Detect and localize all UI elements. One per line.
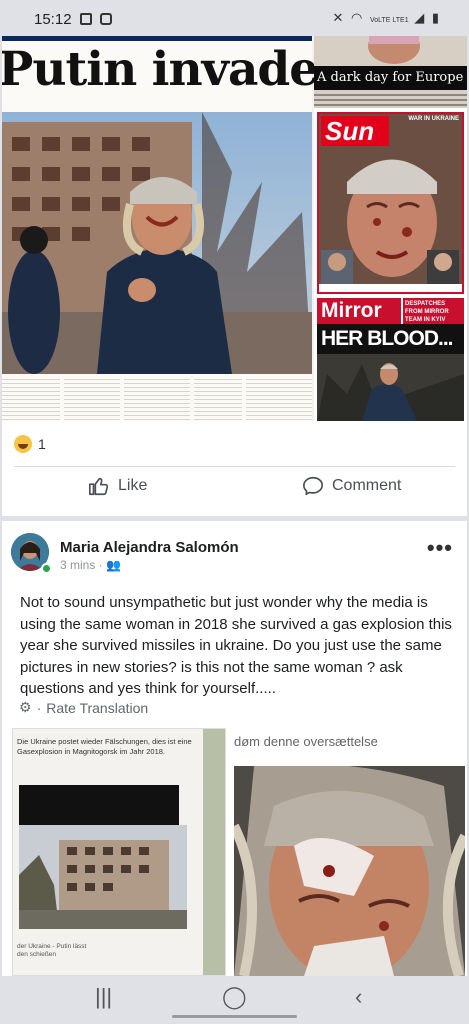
- comment-meta: 3 mins · 👥: [60, 558, 121, 572]
- column-gap: [242, 376, 246, 421]
- tabloid-front-pages: A dark day for Europe Sun WAR IN UKRAINE…: [314, 36, 467, 421]
- screenshot-text: Die Ukraine postet wieder Fälschungen, d…: [17, 737, 192, 756]
- building-photo: [19, 825, 187, 929]
- mirror-front-page: Mirror DESPATCHES FROM MIRROR TEAM IN KY…: [317, 298, 464, 421]
- comment-time: 3 mins ·: [60, 558, 107, 572]
- gear-icon: ⚙: [19, 699, 32, 715]
- translation-caption: døm denne oversættelse: [234, 734, 378, 749]
- app-notification-icon: [100, 13, 112, 25]
- reaction-count: 1: [38, 436, 46, 452]
- masthead-bar: [2, 36, 312, 41]
- mirror-headline: HER BLOOD...: [317, 324, 464, 354]
- translate-separator: ·: [36, 699, 42, 716]
- status-right-icons: ✕ ◠ VoLTE LTE1 ◢ ▮: [332, 10, 441, 26]
- network-label: VoLTE LTE1: [369, 17, 409, 24]
- reaction-summary[interactable]: 1: [14, 433, 46, 455]
- side-strip: [203, 729, 225, 975]
- more-options-icon[interactable]: •••: [427, 535, 453, 561]
- friends-icon: 👥: [106, 558, 121, 572]
- recent-apps-button[interactable]: |||: [95, 984, 112, 1010]
- comment-card: Maria Alejandra Salomón 3 mins · 👥 ••• N…: [2, 521, 467, 976]
- comment-button[interactable]: Comment: [302, 473, 401, 499]
- mirror-logo: Mirror: [317, 298, 401, 324]
- home-button[interactable]: ◯: [222, 984, 247, 1010]
- back-button[interactable]: ‹: [355, 984, 362, 1010]
- injured-woman-photo: [234, 766, 465, 976]
- guardian-front-page: Putin invade: [2, 36, 319, 421]
- comparison-screenshot-image[interactable]: Die Ukraine postet wieder Fälschungen, d…: [12, 728, 226, 976]
- like-button[interactable]: Like: [88, 473, 147, 499]
- gesture-bar: [172, 1015, 297, 1018]
- newspaper-collage-image[interactable]: Putin invade A dark day for Europe Sun W…: [2, 36, 467, 421]
- wifi-icon: ◠: [350, 10, 365, 25]
- redacted-block: [19, 785, 179, 825]
- guardian-headline: Putin invade: [2, 42, 319, 97]
- comment-text: Not to sound unsympathetic but just wond…: [20, 594, 452, 697]
- shared-post-card: Putin invade A dark day for Europe Sun W…: [2, 36, 467, 516]
- telegraph-front-page: A dark day for Europe: [314, 36, 467, 108]
- thumbs-up-icon: [89, 477, 109, 496]
- online-status-dot: [41, 563, 52, 574]
- signal-icon: ◢: [414, 10, 427, 25]
- column-gap: [190, 376, 194, 421]
- like-label: Like: [118, 477, 148, 494]
- image-notification-icon: [80, 13, 92, 25]
- mute-icon: ✕: [332, 10, 346, 25]
- sun-front-page: Sun WAR IN UKRAINE: [317, 112, 464, 294]
- haha-reaction-icon: [14, 435, 32, 453]
- telegraph-banner: A dark day for Europe: [314, 66, 467, 90]
- guardian-photo: [2, 112, 312, 374]
- comment-author[interactable]: Maria Alejandra Salomón: [60, 539, 239, 556]
- status-time: 15:12: [34, 11, 72, 28]
- divider: [14, 466, 455, 467]
- battery-icon: ▮: [431, 10, 441, 25]
- status-bar: 15:12 ✕ ◠ VoLTE LTE1 ◢ ▮: [0, 0, 469, 38]
- phone-screen: { "status_bar": { "time": "15:12", "netw…: [0, 0, 469, 1024]
- translated-image[interactable]: døm denne oversættelse: [232, 728, 467, 976]
- comment-label: Comment: [332, 477, 402, 494]
- sun-logo: Sun: [321, 116, 389, 146]
- screenshot-caption: der Ukraine - Putin lässt den schießen: [17, 943, 87, 958]
- sun-tag: WAR IN UKRAINE: [408, 116, 459, 122]
- column-gap: [60, 376, 64, 421]
- mirror-tag: DESPATCHES FROM MIRROR TEAM IN KYIV: [403, 298, 464, 324]
- rate-translation-label: Rate Translation: [46, 699, 149, 716]
- guardian-text-columns: [2, 376, 312, 421]
- mirror-photo: [317, 354, 464, 421]
- rate-translation[interactable]: ⚙ · Rate Translation: [19, 699, 148, 716]
- column-gap: [120, 376, 124, 421]
- comment-bubble-icon: [303, 476, 323, 496]
